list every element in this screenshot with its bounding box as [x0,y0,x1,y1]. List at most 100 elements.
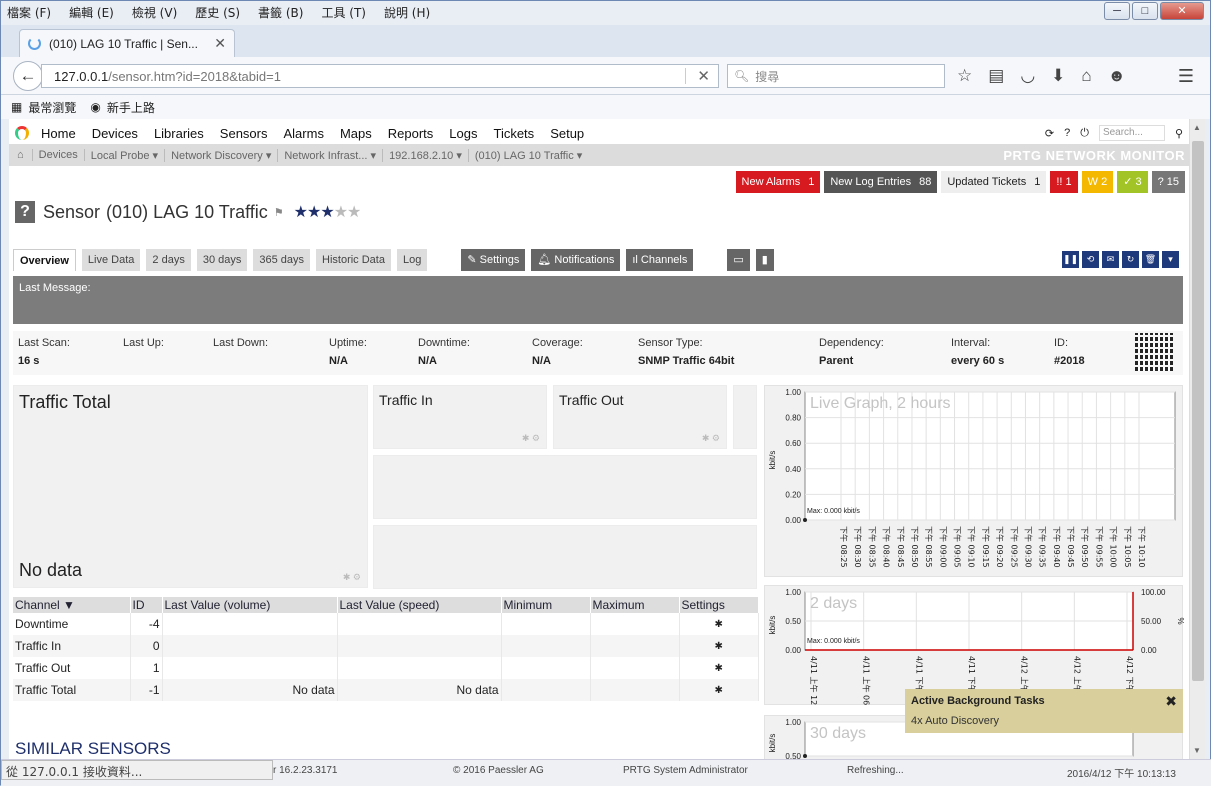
nav-maps[interactable]: Maps [340,126,372,141]
hello-icon[interactable]: ☻ [1108,66,1126,86]
scroll-up-icon[interactable]: ▲ [1193,123,1201,132]
menu-bookmarks[interactable]: 書籤 (B) [256,3,305,21]
unknown-sensors-badge[interactable]: ? 15 [1151,171,1185,193]
table-row[interactable]: Traffic Total -1 No data No data ✱ [13,679,759,701]
breadcrumb-network-discovery[interactable]: Network Discovery ▾ [165,148,279,162]
pocket-icon[interactable]: ◡ [1020,66,1035,86]
breadcrumb-network-infrastructure[interactable]: Network Infrast... ▾ [278,148,384,162]
nav-sensors[interactable]: Sensors [220,126,268,141]
bookmark-star-icon[interactable]: ☆ [957,66,972,86]
up-sensors-badge[interactable]: ✓ 3 [1117,171,1148,193]
nav-devices[interactable]: Devices [92,126,138,141]
page-scrollbar[interactable]: ▲ ▼ [1189,119,1205,759]
pause-icon[interactable]: ❚❚ [1062,251,1079,268]
channel-settings-icon[interactable]: ✱ [679,657,759,679]
home-icon[interactable]: ⌂ [1081,66,1091,86]
star-icon[interactable]: ★ [347,204,361,221]
logout-icon[interactable]: ⏻ [1080,127,1089,140]
menu-help[interactable]: 說明 (H) [382,3,432,21]
chart-2-days[interactable]: 0.00 0.50 1.00 0.00 50.00 100.00 4/11 上午 12:00… [764,585,1184,706]
channel-name[interactable]: Traffic Out [13,657,131,679]
tab-30-days[interactable]: 30 days [196,249,248,271]
nav-tickets[interactable]: Tickets [493,126,534,141]
tab-historic-data[interactable]: Historic Data [316,249,391,271]
gauge-settings-icon[interactable]: ✱ ⚙ [702,433,720,444]
tab-365-days[interactable]: 365 days [253,249,311,271]
scroll-down-icon[interactable]: ▼ [1193,746,1201,755]
scan-now-icon[interactable]: ⟲ [1082,251,1099,268]
breadcrumb-device[interactable]: 192.168.2.10 ▾ [383,148,469,162]
new-alarms-button[interactable]: New Alarms 1 [735,171,821,193]
gauge-settings-icon[interactable]: ✱ ⚙ [522,433,540,444]
star-icon[interactable]: ★ [294,204,308,221]
chart-live-2h[interactable]: 0.00 0.20 0.40 0.60 0.80 1.00 下午 08:25 下午 08:30… [764,385,1183,577]
nav-setup[interactable]: Setup [550,126,584,141]
breadcrumb-devices[interactable]: Devices [33,149,85,161]
updated-tickets-button[interactable]: Updated Tickets 1 [941,171,1047,193]
close-window-button[interactable]: ✕ [1160,2,1204,20]
comments-icon[interactable]: ▭ [727,249,750,271]
channel-name[interactable]: Traffic In [13,635,131,657]
flag-icon[interactable]: ⚑ [274,206,284,219]
star-icon[interactable]: ★ [320,204,334,221]
down-sensors-badge[interactable]: !! 1 [1050,171,1078,193]
tab-notifications[interactable]: 🔔︎ Notifications [531,249,621,271]
table-row[interactable]: Downtime -4 ✱ [13,613,759,635]
nav-logs[interactable]: Logs [449,126,477,141]
download-icon[interactable]: ⬇ [1051,66,1065,86]
history-icon[interactable]: ▮ [755,249,774,271]
breadcrumb-home-icon[interactable]: ⌂ [9,149,33,161]
breadcrumb-local-probe[interactable]: Local Probe ▾ [85,148,166,162]
tab-overview[interactable]: Overview [13,249,76,271]
col-last-speed[interactable]: Last Value (speed) [337,597,502,613]
more-dropdown-icon[interactable]: ▾ [1162,251,1179,268]
star-icon[interactable]: ★ [307,204,321,221]
channel-settings-icon[interactable]: ✱ [679,635,759,657]
nav-libraries[interactable]: Libraries [154,126,204,141]
refresh-sensor-icon[interactable]: ↻ [1122,251,1139,268]
url-bar[interactable]: i 127.0.0.1/sensor.htm?id=2018&tabid=1 ✕ [41,64,719,291]
refresh-icon[interactable]: ⟳ [1045,127,1054,140]
user-text[interactable]: PRTG System Administrator [623,765,748,776]
back-button[interactable]: ← [13,61,43,91]
minimize-button[interactable]: ─ [1104,2,1130,20]
priority-stars[interactable]: ★★★★★ [294,202,362,222]
nav-alarms[interactable]: Alarms [284,126,324,141]
menu-file[interactable]: 檔案 (F) [5,3,53,21]
tab-2-days[interactable]: 2 days [146,249,191,271]
browser-tab[interactable]: (010) LAG 10 Traffic | Sen... ✕ [19,29,235,57]
scrollbar-thumb[interactable] [1192,141,1204,681]
new-log-entries-button[interactable]: New Log Entries 88 [824,171,938,193]
channel-settings-icon[interactable]: ✱ [679,679,759,701]
nav-home[interactable]: Home [41,126,76,141]
menu-view[interactable]: 檢視 (V) [130,3,179,21]
bgtask-item[interactable]: 4x Auto Discovery [911,715,1177,727]
col-maximum[interactable]: Maximum [590,597,680,613]
search-input[interactable]: 🔍︎ 搜尋 [727,64,945,88]
email-icon[interactable]: ✉ [1102,251,1119,268]
gauge-settings-icon[interactable]: ✱ ⚙ [343,572,361,583]
quick-search-icon[interactable]: ⚲ [1175,127,1183,140]
channel-settings-icon[interactable]: ✱ [679,613,759,635]
menu-edit[interactable]: 編輯 (E) [67,3,116,21]
table-row[interactable]: Traffic In 0 ✱ [13,635,759,657]
qr-code[interactable] [1135,333,1173,371]
channel-name[interactable]: Traffic Total [13,679,131,701]
menu-history[interactable]: 歷史 (S) [193,3,242,21]
tab-log[interactable]: Log [396,249,428,271]
maximize-button[interactable]: □ [1132,2,1158,20]
warning-sensors-badge[interactable]: W 2 [1081,171,1114,193]
menu-tools[interactable]: 工具 (T) [319,3,368,21]
delete-icon[interactable]: 🗑︎ [1142,251,1159,268]
bookmark-getting-started[interactable]: 新手上路 [107,99,155,116]
col-channel[interactable]: Channel ▼ [13,597,131,613]
breadcrumb-sensor[interactable]: (010) LAG 10 Traffic ▾ [469,149,588,162]
nav-reports[interactable]: Reports [388,126,434,141]
dependency-value[interactable]: Parent [819,355,884,367]
clear-url-icon[interactable]: ✕ [697,67,710,85]
bookmark-most-visited[interactable]: 最常瀏覽 [28,99,76,116]
col-id[interactable]: ID [130,597,163,613]
star-icon[interactable]: ★ [334,204,348,221]
col-last-volume[interactable]: Last Value (volume) [162,597,338,613]
close-tab-icon[interactable]: ✕ [214,35,226,52]
